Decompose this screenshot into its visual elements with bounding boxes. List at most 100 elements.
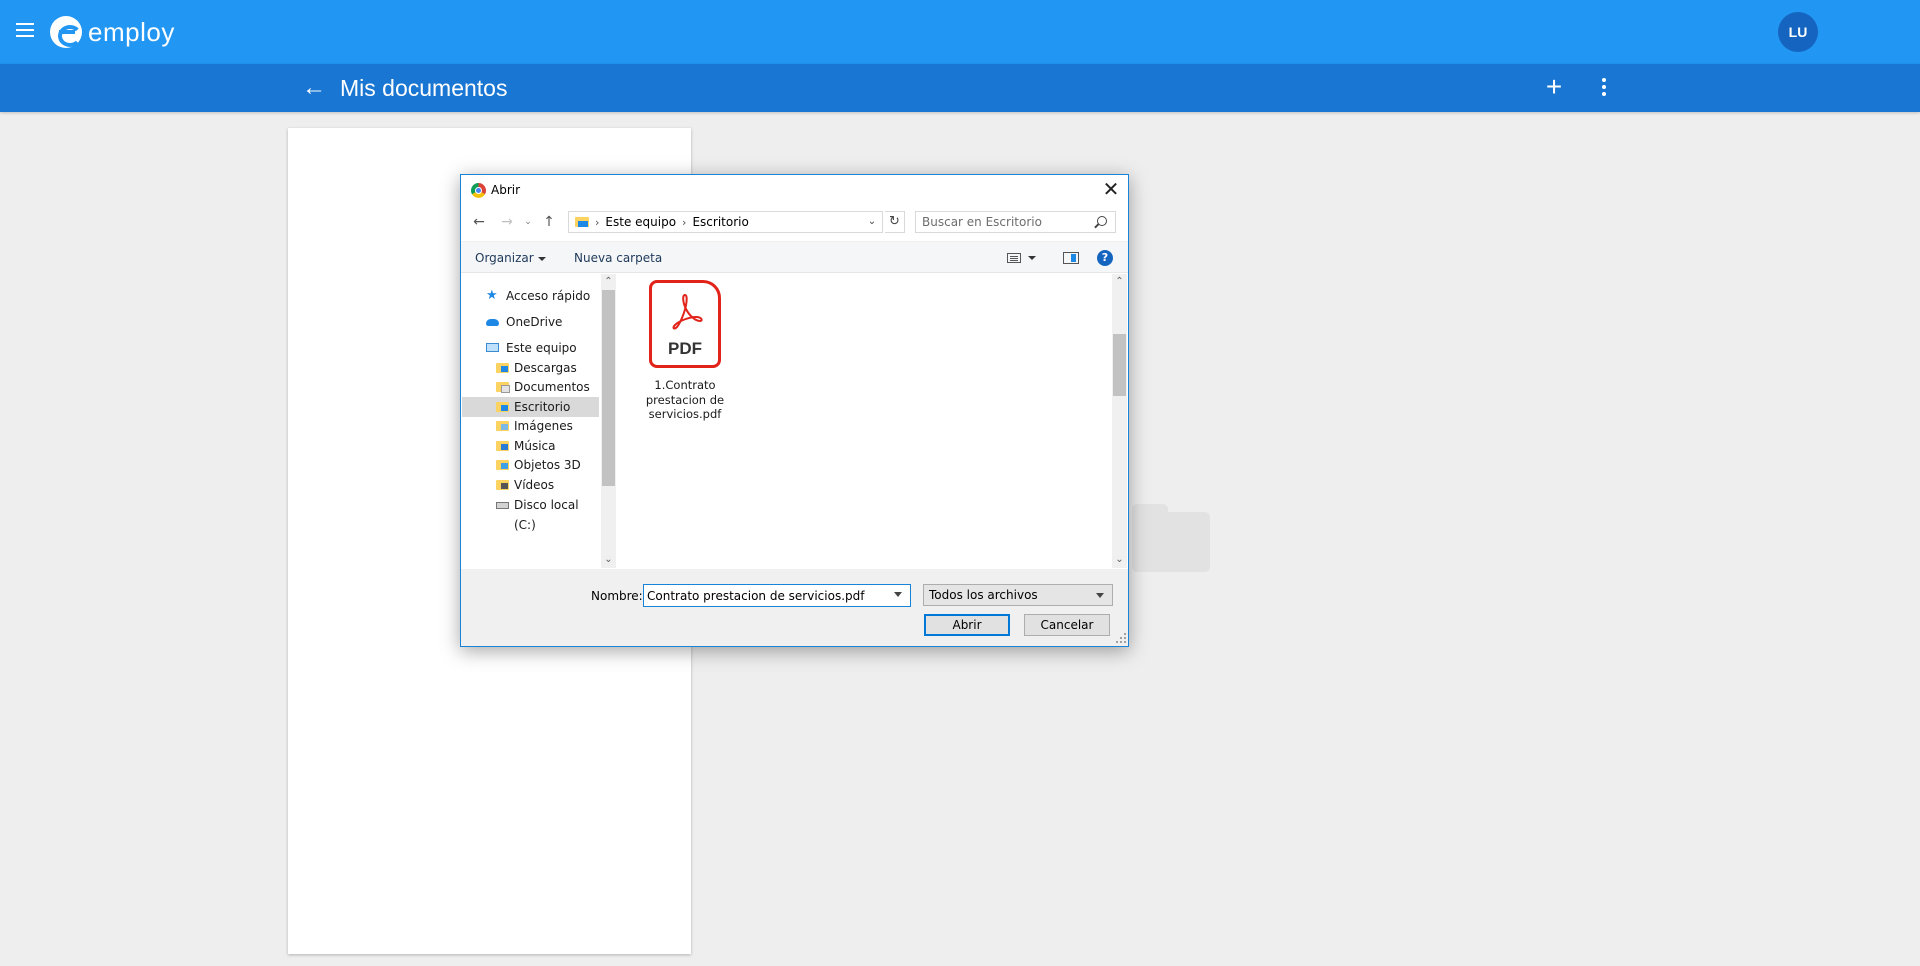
scroll-down-icon[interactable]: ⌄	[601, 552, 616, 568]
change-view-icon[interactable]	[1007, 253, 1021, 263]
tree-item-label: Acceso rápido	[506, 289, 591, 303]
breadcrumb-item[interactable]: Escritorio	[692, 215, 748, 229]
page-toolbar: ← Mis documentos +	[0, 64, 1920, 112]
file-name-combobox[interactable]	[643, 584, 911, 607]
search-input[interactable]	[922, 214, 1092, 230]
more-options-icon[interactable]	[1598, 76, 1610, 100]
tree-item-desktop[interactable]: Escritorio	[462, 397, 599, 417]
tree-item-this-pc[interactable]: Este equipo	[462, 338, 601, 358]
tree-item-videos[interactable]: Vídeos	[462, 475, 601, 495]
employ-logo-icon	[50, 16, 82, 48]
file-list-scrollbar[interactable]: ⌃ ⌄	[1112, 274, 1127, 568]
file-name-dropdown-icon[interactable]	[894, 592, 902, 597]
nav-forward-arrow-icon[interactable]: →	[499, 211, 515, 233]
file-type-value: Todos los archivos	[929, 588, 1038, 602]
tree-item-music[interactable]: Música	[462, 436, 601, 456]
tree-item-label: Música	[514, 439, 556, 453]
scroll-down-icon[interactable]: ⌄	[1112, 552, 1127, 568]
file-name: 1.Contrato prestacion de servicios.pdf	[633, 378, 737, 422]
up-arrow-icon[interactable]: ↑	[541, 211, 557, 233]
navigation-pane: ★ Acceso rápido OneDrive Este equipo Des…	[462, 274, 601, 568]
dialog-footer: Nombre: Todos los archivos Abrir Cancela…	[461, 569, 1128, 646]
tree-item-label: Vídeos	[514, 478, 555, 492]
cancel-button[interactable]: Cancelar	[1024, 614, 1110, 636]
computer-icon	[486, 343, 499, 352]
desktop-folder-icon	[575, 217, 589, 227]
file-name-input[interactable]	[647, 588, 883, 603]
tree-item-pictures[interactable]: Imágenes	[462, 416, 601, 436]
search-box[interactable]	[915, 211, 1116, 233]
resize-grip-icon[interactable]	[1116, 633, 1126, 643]
empty-folder-illustration-icon	[1132, 504, 1210, 572]
pictures-folder-icon	[496, 421, 509, 431]
organize-label: Organizar	[475, 251, 534, 265]
navigation-scrollbar[interactable]: ⌃ ⌄	[601, 274, 616, 568]
breadcrumb-separator-icon: ›	[595, 215, 600, 229]
tree-item-documents[interactable]: Documentos	[462, 377, 601, 397]
file-list: PDF 1.Contrato prestacion de servicios.p…	[619, 274, 991, 568]
pdf-icon: PDF	[649, 280, 721, 368]
help-icon[interactable]: ?	[1097, 250, 1113, 266]
chevron-down-icon	[1096, 593, 1104, 598]
tree-item-label: Objetos 3D	[514, 458, 581, 472]
menu-icon[interactable]	[14, 20, 38, 44]
scroll-up-icon[interactable]: ⌃	[1112, 274, 1127, 290]
breadcrumb-item[interactable]: Este equipo	[605, 215, 676, 229]
preview-pane-icon[interactable]	[1063, 252, 1079, 264]
tree-item-label: OneDrive	[506, 315, 563, 329]
close-icon[interactable]: ✕	[1097, 177, 1125, 203]
file-name-line: 1.Contrato	[654, 378, 716, 392]
logo-text: employ	[88, 16, 175, 47]
music-folder-icon	[496, 441, 509, 451]
tree-item-downloads[interactable]: Descargas	[462, 358, 601, 378]
page-title: Mis documentos	[340, 75, 508, 101]
refresh-icon[interactable]: ↻	[885, 211, 905, 233]
file-item-pdf[interactable]: PDF 1.Contrato prestacion de servicios.p…	[633, 280, 724, 421]
scrollbar-thumb[interactable]	[1113, 334, 1126, 396]
file-name-label: Nombre:	[591, 589, 643, 603]
breadcrumb-separator-icon: ›	[682, 215, 687, 229]
scrollbar-thumb[interactable]	[602, 290, 615, 486]
videos-folder-icon	[496, 480, 509, 490]
tree-item-3d-objects[interactable]: Objetos 3D	[462, 455, 601, 475]
add-icon[interactable]: +	[1542, 72, 1566, 102]
address-bar[interactable]: › Este equipo › Escritorio ⌄	[568, 211, 883, 233]
adobe-acrobat-icon	[672, 293, 703, 330]
organize-button[interactable]: Organizar	[475, 251, 546, 265]
search-icon[interactable]	[1097, 216, 1107, 226]
view-options-caret-icon[interactable]	[1028, 256, 1036, 260]
pdf-label: PDF	[668, 339, 702, 358]
tree-item-label: Escritorio	[514, 400, 571, 414]
dialog-title: Abrir	[491, 183, 521, 197]
open-file-dialog: Abrir ✕ ← → ⌄ ↑ › Este equipo › Escritor…	[460, 174, 1129, 647]
back-arrow-icon[interactable]: ←	[302, 74, 326, 102]
scroll-up-icon[interactable]: ⌃	[601, 274, 616, 290]
dialog-titlebar: Abrir ✕	[461, 175, 1128, 205]
caret-down-icon	[537, 256, 546, 261]
tree-item-label: Este equipo	[506, 341, 577, 355]
address-dropdown-chevron-icon[interactable]: ⌄	[863, 212, 881, 232]
new-folder-button[interactable]: Nueva carpeta	[574, 251, 662, 265]
3d-objects-folder-icon	[496, 460, 509, 470]
desktop-folder-icon	[496, 402, 509, 412]
tree-item-label: Descargas	[514, 361, 577, 375]
downloads-folder-icon	[496, 363, 509, 373]
file-type-select[interactable]: Todos los archivos	[923, 584, 1113, 606]
file-name-line: servicios.pdf	[648, 407, 722, 421]
app-logo[interactable]: employ	[50, 14, 175, 50]
tree-item-onedrive[interactable]: OneDrive	[462, 312, 601, 332]
cloud-icon	[486, 319, 499, 326]
app-header: employ LU	[0, 0, 1920, 64]
tree-item-quick-access[interactable]: ★ Acceso rápido	[462, 286, 601, 306]
user-avatar[interactable]: LU	[1778, 12, 1818, 52]
open-button[interactable]: Abrir	[924, 614, 1010, 636]
star-icon: ★	[486, 288, 498, 303]
documents-folder-icon	[496, 382, 510, 393]
disk-icon	[496, 502, 509, 509]
chrome-icon	[471, 183, 486, 198]
tree-item-label: Disco local (C:)	[514, 498, 579, 532]
nav-back-arrow-icon[interactable]: ←	[471, 211, 487, 233]
tree-item-label: Documentos	[514, 380, 590, 394]
tree-item-local-disk[interactable]: Disco local (C:)	[462, 495, 601, 532]
recent-locations-chevron-icon[interactable]: ⌄	[523, 211, 533, 233]
